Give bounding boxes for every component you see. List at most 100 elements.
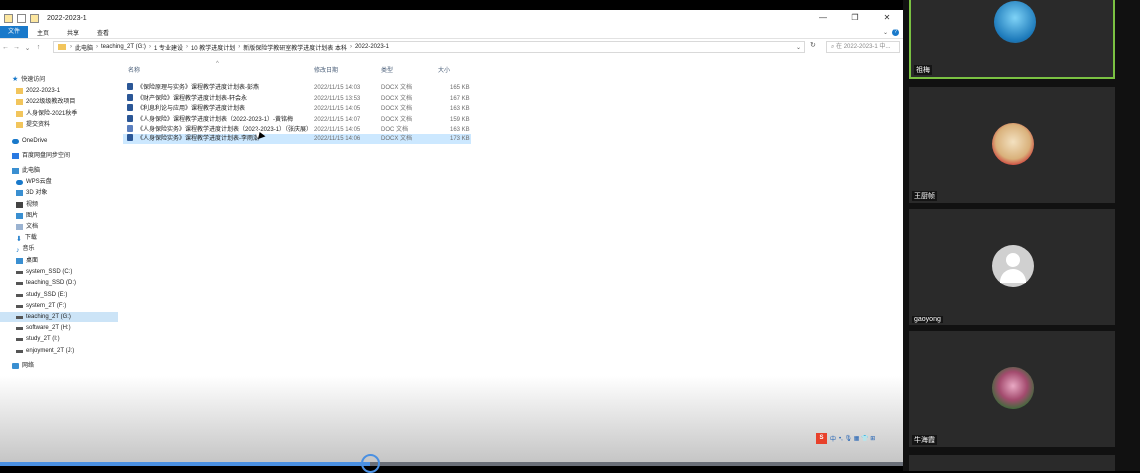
folder-icon[interactable] [4, 13, 13, 23]
ime-toolbar-icons[interactable]: •, 🎙 ▦ 👕 ⊞ [839, 435, 875, 442]
sidebar-item-downloads[interactable]: ⬇ 下载 [16, 233, 37, 243]
sidebar-item-videos[interactable]: 视频 [16, 200, 38, 210]
file-size: 163 KB [450, 106, 470, 112]
sidebar-item-3d-objects[interactable]: 3D 对象 [16, 188, 47, 198]
input-method-tray: S 中 •, 🎙 ▦ 👕 ⊞ [816, 433, 875, 444]
sidebar-item-drive-g[interactable]: teaching_2T (G:) [0, 312, 118, 322]
sidebar-item-label: OneDrive [22, 138, 48, 144]
tab-share[interactable]: 共享 [58, 28, 88, 37]
sidebar-item-label: 图片 [26, 213, 39, 219]
breadcrumb-item[interactable]: teaching_2T (G:) [101, 44, 146, 50]
sidebar-item-drive-c[interactable]: system_SSD (C:) [16, 267, 72, 277]
sidebar-item-drive-j[interactable]: enjoyment_2T (J:) [16, 346, 74, 356]
file-date: 2022/11/15 13:53 [314, 96, 361, 102]
participant-tile[interactable]: 牛海霞 [909, 331, 1115, 447]
column-header-date[interactable]: 修改日期 [314, 65, 338, 77]
sidebar-item-label: 文档 [26, 224, 39, 230]
chevron-right-icon: › [185, 44, 188, 50]
sidebar-item-drive-d[interactable]: teaching_SSD (D:) [16, 278, 76, 288]
sidebar-item-folder[interactable]: 提交资料 [16, 120, 50, 130]
tab-file[interactable]: 文件 [0, 26, 29, 38]
refresh-icon[interactable]: ↻ [810, 41, 816, 49]
file-row[interactable]: 《保险原理与实务》课程教学进度计划表-彭燕 2022/11/15 14:03 D… [123, 83, 471, 93]
breadcrumb-item[interactable]: 此电脑 [75, 43, 93, 52]
sogou-ime-icon[interactable]: S [816, 433, 827, 444]
forward-button[interactable]: → [11, 44, 22, 51]
music-icon: ♪ [16, 247, 20, 254]
column-header-size[interactable]: 大小 [438, 65, 450, 77]
video-icon [16, 202, 23, 208]
participant-tile[interactable]: 王厨帧 [909, 87, 1115, 203]
word-document-icon [127, 134, 133, 141]
title-bar: 2022-2023-1 — ❐ ✕ [0, 10, 903, 26]
help-icon[interactable]: ? [892, 28, 899, 36]
file-row[interactable]: 《财产保险》课程教学进度计划表-轩会永 2022/11/15 13:53 DOC… [123, 94, 471, 104]
file-type: DOCX 文档 [381, 96, 413, 102]
drive-icon [16, 315, 23, 319]
sidebar-item-drive-i[interactable]: study_2T (I:) [16, 334, 60, 344]
drive-icon [16, 281, 23, 285]
sidebar-item-wps-cloud[interactable]: WPS云盘 [16, 177, 52, 187]
file-type: DOCX 文档 [381, 106, 413, 112]
language-indicator[interactable]: 中 [830, 434, 836, 443]
maximize-button[interactable]: ❐ [839, 10, 871, 26]
chevron-right-icon: › [349, 44, 352, 50]
file-row[interactable]: 《利息利论与应用》课程教学进度计划表 2022/11/15 14:05 DOCX… [123, 104, 471, 114]
recent-locations-button[interactable]: ⌄ [22, 44, 33, 52]
sidebar-item-documents[interactable]: 文档 [16, 222, 38, 232]
participant-tile[interactable]: 祖梅 [909, 0, 1115, 79]
file-size: 159 KB [450, 117, 470, 123]
properties-icon[interactable] [17, 13, 26, 23]
breadcrumb-item[interactable]: 10 教学进度计划 [191, 43, 235, 52]
download-icon: ⬇ [16, 236, 22, 243]
back-button[interactable]: ← [0, 44, 11, 51]
chevron-down-icon[interactable]: ⌄ [796, 44, 801, 51]
sidebar-item-drive-e[interactable]: study_SSD (E:) [16, 290, 67, 300]
up-button[interactable]: ↑ [33, 44, 44, 51]
tab-home[interactable]: 主页 [28, 28, 58, 37]
sidebar-item-label: WPS云盘 [26, 179, 52, 185]
new-folder-icon[interactable] [30, 13, 39, 23]
sidebar-item-desktop[interactable]: 桌面 [16, 256, 38, 266]
sidebar-item-folder[interactable]: 2022-2023-1 [16, 86, 60, 96]
sidebar-item-folder[interactable]: 2022级级教改项目 [16, 97, 75, 107]
drive-icon [16, 293, 23, 297]
close-button[interactable]: ✕ [871, 10, 903, 26]
file-size: 167 KB [450, 96, 470, 102]
sidebar-item-this-pc[interactable]: 此电脑 [12, 166, 40, 176]
breadcrumb-item[interactable]: 2022-2023-1 [355, 44, 389, 50]
drive-icon [16, 349, 23, 353]
sidebar-item-music[interactable]: ♪ 音乐 [16, 244, 35, 254]
sidebar-item-onedrive[interactable]: OneDrive [12, 136, 47, 146]
sidebar-item-label: study_SSD (E:) [26, 292, 68, 298]
search-input[interactable]: ⌕ 在 2022-2023-1 中... [826, 41, 900, 53]
sidebar-item-quick-access[interactable]: ★ 快速访问 [12, 75, 45, 85]
breadcrumb-item[interactable]: 1 专业建设 [154, 43, 183, 52]
video-progress-bar[interactable] [0, 454, 903, 473]
folder-icon [16, 88, 23, 94]
file-row[interactable]: 《人身保险》课程教学进度计划表（2022-2023-1）-黄铭梅 2022/11… [123, 115, 471, 125]
tab-view[interactable]: 查看 [88, 28, 118, 37]
video-progress-handle[interactable] [361, 454, 381, 473]
avatar [992, 367, 1034, 409]
sidebar-item-drive-h[interactable]: software_2T (H:) [16, 323, 71, 333]
minimize-button[interactable]: — [807, 10, 839, 26]
participant-tile[interactable] [909, 455, 1115, 471]
file-row-selected[interactable]: 《人身保险实务》课程教学进度计划表-李雨潮 2022/11/15 14:06 D… [123, 134, 471, 144]
expand-ribbon-icon[interactable]: ⌄ [883, 29, 888, 36]
participant-name: 牛海霞 [912, 435, 937, 445]
sidebar-item-drive-f[interactable]: system_2T (F:) [16, 301, 66, 311]
breadcrumb-item[interactable]: 新版保险学教研室教学进度计划表 本科 [243, 43, 347, 52]
video-progress-fill [0, 462, 371, 466]
sidebar-item-baidu-sync[interactable]: 百度网盘同步空间 [12, 151, 70, 161]
address-bar[interactable]: › 此电脑 › teaching_2T (G:) › 1 专业建设 › 10 教… [53, 41, 805, 53]
column-header-name[interactable]: 名称 [128, 65, 140, 77]
sidebar-item-folder[interactable]: 人身保险-2021秋季 [16, 109, 77, 119]
sidebar-item-network[interactable]: 网络 [12, 361, 34, 371]
sidebar-item-label: system_2T (F:) [26, 303, 67, 309]
chevron-right-icon: › [70, 44, 72, 50]
sidebar-item-pictures[interactable]: 图片 [16, 211, 38, 221]
column-header-type[interactable]: 类型 [381, 65, 393, 77]
drive-icon [16, 326, 23, 330]
participant-tile[interactable]: gaoyong [909, 209, 1115, 325]
